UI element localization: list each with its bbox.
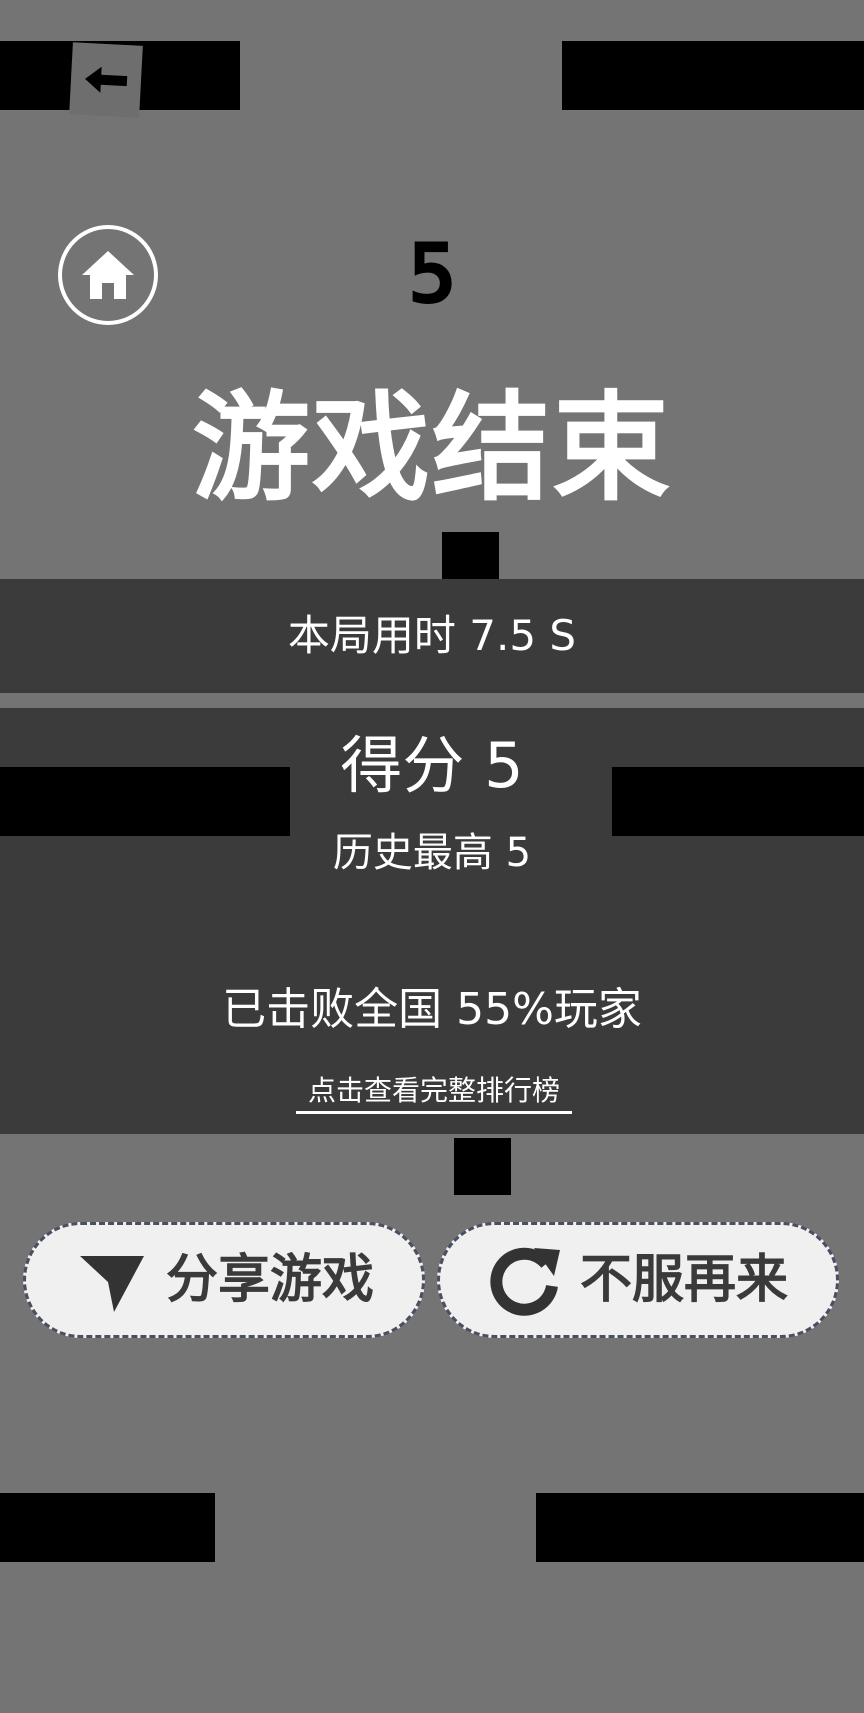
defeat-percentage: 已击败全国 55%玩家: [222, 984, 642, 1035]
leaderboard-link[interactable]: 点击查看完整排行榜: [296, 1071, 572, 1114]
arrow-left-icon: [85, 66, 128, 93]
share-game-label: 分享游戏: [165, 1250, 374, 1310]
share-game-button[interactable]: 分享游戏: [23, 1222, 425, 1338]
home-button[interactable]: [58, 225, 158, 325]
obstacle-bottom-right: [536, 1493, 864, 1562]
send-icon: [74, 1242, 150, 1318]
best-score-label: 历史最高 5: [332, 830, 532, 876]
round-time: 本局用时 7.5 S: [287, 611, 577, 660]
back-button[interactable]: [69, 42, 143, 118]
home-icon: [82, 251, 134, 299]
play-again-label: 不服再来: [579, 1250, 788, 1310]
obstacle-top-right: [562, 41, 864, 110]
obstacle-small-bottom: [454, 1138, 511, 1195]
game-over-title: 游戏结束: [191, 379, 672, 517]
obstacle-bottom-left: [0, 1493, 215, 1562]
score-label: 得分 5: [340, 729, 524, 802]
current-score: 5: [406, 225, 458, 323]
refresh-icon: [488, 1242, 564, 1318]
play-again-button[interactable]: 不服再来: [437, 1222, 839, 1338]
